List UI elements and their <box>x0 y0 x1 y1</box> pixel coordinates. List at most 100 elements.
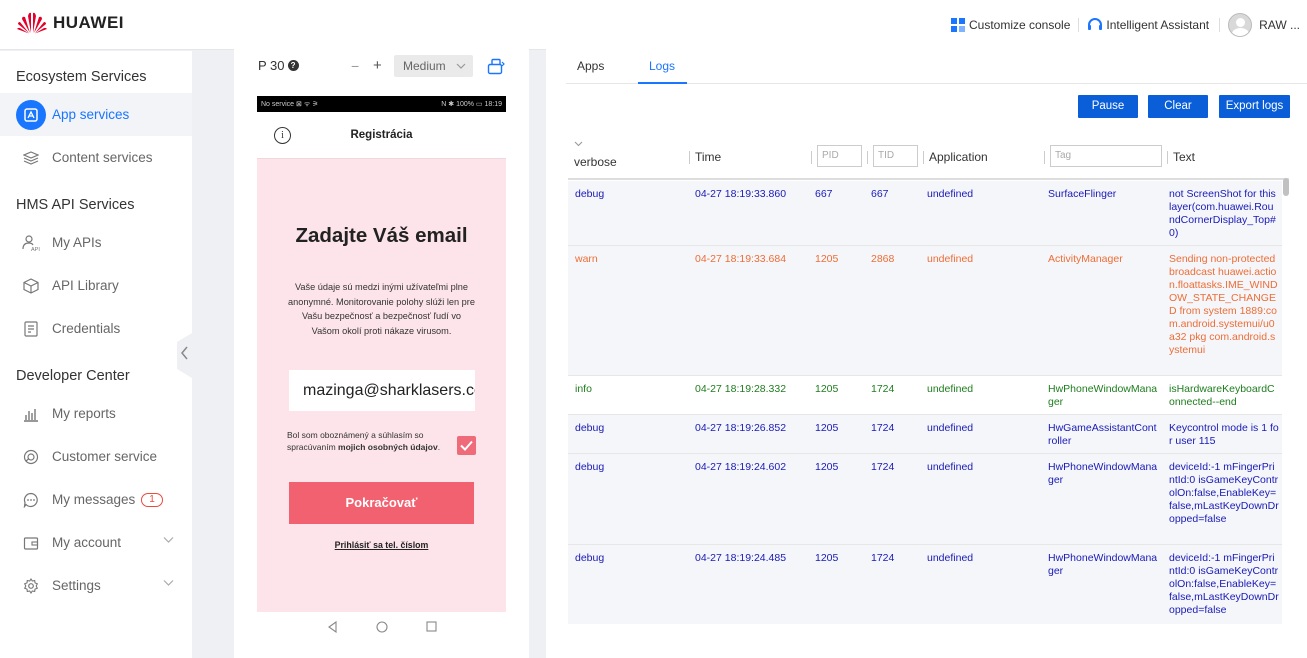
personal-data-link[interactable]: mojich osobných údajov <box>338 442 438 452</box>
log-tag: HwGameAssistantController <box>1048 422 1157 447</box>
tab-bar: Apps Logs <box>566 42 1307 84</box>
rotate-screen-icon[interactable] <box>487 58 505 76</box>
huawei-logo[interactable]: HUAWEI <box>17 12 124 34</box>
device-model: P 30 <box>258 58 285 73</box>
grid-icon <box>950 18 965 32</box>
sidebar-item-my-messages[interactable]: My messages 1 <box>0 478 192 521</box>
sidebar-item-my-apis[interactable]: API My APIs <box>0 221 192 264</box>
log-time: 04-27 18:19:33.860 <box>695 188 787 200</box>
log-application: undefined <box>927 422 974 434</box>
table-row[interactable]: debug 04-27 18:19:26.852 1205 1724 undef… <box>568 415 1282 454</box>
column-divider <box>689 151 690 164</box>
pause-button[interactable]: Pause <box>1078 95 1138 118</box>
sidebar-item-customer-service[interactable]: Customer service <box>0 435 192 478</box>
sidebar-item-settings[interactable]: Settings <box>0 564 192 607</box>
log-pid: 1205 <box>815 552 839 564</box>
tab-apps[interactable]: Apps <box>577 59 604 73</box>
log-time: 04-27 18:19:28.332 <box>695 383 787 395</box>
chevron-left-icon[interactable] <box>180 345 189 361</box>
clear-button[interactable]: Clear <box>1148 95 1208 118</box>
recents-icon[interactable] <box>425 621 437 632</box>
tag-filter-input[interactable]: Tag <box>1050 145 1162 167</box>
wallet-icon <box>22 534 40 552</box>
log-level: debug <box>575 188 605 200</box>
log-panel: Apps Logs Pause Clear Export logs verbos… <box>546 42 1307 658</box>
log-application: undefined <box>927 461 974 473</box>
log-tid: 667 <box>871 188 889 200</box>
help-icon[interactable]: ? <box>287 60 299 71</box>
back-icon[interactable] <box>327 620 338 633</box>
sidebar-item-credentials[interactable]: Credentials <box>0 307 192 350</box>
table-row[interactable]: debug 04-27 18:19:24.602 1205 1724 undef… <box>568 454 1282 545</box>
log-tag: SurfaceFlinger <box>1048 188 1117 200</box>
device-size-value: Medium <box>403 59 446 73</box>
scrollbar-thumb[interactable] <box>1283 178 1289 196</box>
log-tid: 1724 <box>871 383 895 395</box>
sidebar-item-label: My account <box>52 535 122 550</box>
app-header-title: Registrácia <box>350 129 413 141</box>
zoom-out-button[interactable]: − <box>351 58 359 74</box>
statusbar-left: No service ⊠ ᯤ ⚞ <box>261 100 319 108</box>
table-row[interactable]: debug 04-27 18:19:33.860 667 667 undefin… <box>568 181 1282 246</box>
phone-screen[interactable]: No service ⊠ ᯤ ⚞ N ✱ 100% ▭ 18:19 i Regi… <box>257 96 506 641</box>
log-application: undefined <box>927 188 974 200</box>
chevron-down-icon <box>574 141 583 147</box>
column-time: Time <box>695 150 722 164</box>
log-text: deviceId:-1 mFingerPrintId:0 isGameKeyCo… <box>1169 461 1279 525</box>
layers-icon <box>22 149 40 167</box>
sidebar-item-my-reports[interactable]: My reports <box>0 392 192 435</box>
log-text: not ScreenShot for this layer(com.huawei… <box>1169 188 1276 239</box>
log-time: 04-27 18:19:24.602 <box>695 461 787 473</box>
chat-icon <box>22 491 40 509</box>
divider <box>1219 18 1221 32</box>
column-divider <box>867 151 868 164</box>
sidebar-item-label: Settings <box>52 578 101 593</box>
table-row[interactable]: warn 04-27 18:19:33.684 1205 2868 undefi… <box>568 246 1282 376</box>
sidebar-item-label: My APIs <box>52 235 102 250</box>
log-text: Sending non-protected broadcast huawei.a… <box>1169 253 1278 356</box>
device-size-select[interactable]: Medium <box>394 55 473 77</box>
column-divider <box>923 151 924 164</box>
section-hms-api-services: HMS API Services <box>16 197 135 213</box>
table-row[interactable]: info 04-27 18:19:28.332 1205 1724 undefi… <box>568 376 1282 415</box>
phone-login-link[interactable]: Prihlásiť sa tel. číslom <box>257 540 506 550</box>
column-text: Text <box>1173 150 1196 164</box>
log-application: undefined <box>927 253 974 265</box>
user-avatar[interactable] <box>1228 13 1253 37</box>
continue-button[interactable]: Pokračovať <box>289 482 474 524</box>
sidebar-item-my-account[interactable]: My account <box>0 521 192 564</box>
user-name[interactable]: RAW ... <box>1259 18 1300 32</box>
checkmark-icon <box>460 440 473 451</box>
log-pid: 1205 <box>815 383 839 395</box>
consent-checkbox[interactable] <box>457 436 476 455</box>
log-scrollbar[interactable] <box>1283 178 1290 625</box>
home-icon[interactable] <box>375 620 388 633</box>
sidebar-item-api-library[interactable]: API Library <box>0 264 192 307</box>
email-field[interactable]: mazinga@sharklasers.com <box>289 370 475 411</box>
intelligent-assistant-button[interactable]: Intelligent Assistant <box>1087 18 1209 32</box>
sidebar-item-app-services[interactable]: App services <box>0 93 192 136</box>
customize-console-button[interactable]: Customize console <box>950 18 1070 32</box>
column-divider <box>811 151 812 164</box>
cube-icon <box>22 277 40 295</box>
pid-filter-input[interactable]: PID <box>817 145 862 167</box>
device-panel: P 30 ? − + Medium No service ⊠ ᯤ ⚞ N ✱ 1… <box>234 42 529 658</box>
sidebar-item-label: Credentials <box>52 321 121 336</box>
statusbar-right: N ✱ 100% ▭ 18:19 <box>441 101 502 108</box>
log-level: debug <box>575 422 605 434</box>
tid-filter-input[interactable]: TID <box>873 145 918 167</box>
api-user-icon: API <box>22 234 40 252</box>
page-title: Zadajte Váš email <box>295 224 468 247</box>
table-row[interactable]: debug 04-27 18:19:24.485 1205 1724 undef… <box>568 545 1282 624</box>
sidebar-item-content-services[interactable]: Content services <box>0 136 192 179</box>
zoom-in-button[interactable]: + <box>373 57 382 74</box>
log-table-body[interactable]: debug 04-27 18:19:33.860 667 667 undefin… <box>568 181 1282 624</box>
column-application: Application <box>929 150 988 164</box>
log-tid: 1724 <box>871 552 895 564</box>
log-level-select[interactable]: verbose <box>573 151 655 173</box>
consent-suffix: . <box>437 441 441 452</box>
log-tag: HwPhoneWindowManager <box>1048 461 1158 486</box>
tab-logs[interactable]: Logs <box>649 59 675 73</box>
phone-navbar <box>257 612 506 641</box>
export-logs-button[interactable]: Export logs <box>1219 95 1290 118</box>
